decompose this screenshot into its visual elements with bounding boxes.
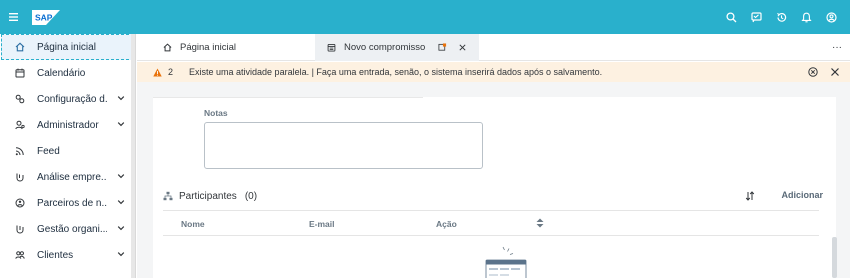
- svg-text:SAP: SAP: [35, 12, 53, 22]
- sidebar-item-label: Feed: [37, 145, 60, 157]
- notifications-icon[interactable]: [794, 0, 819, 34]
- column-sort-icon[interactable]: [536, 218, 544, 228]
- appointment-form-panel: Notas Participantes (0) Adicionar Nome E…: [153, 97, 836, 278]
- sidebar-scrollbar[interactable]: [131, 34, 135, 278]
- sidebar-item-customers[interactable]: Clientes: [0, 242, 135, 268]
- divider: [153, 97, 423, 98]
- close-icon[interactable]: [458, 43, 467, 52]
- tab-home[interactable]: Página inicial: [163, 34, 236, 61]
- sidebar-item-label: Gestão organi...: [37, 223, 107, 235]
- feedback-icon[interactable]: [744, 0, 769, 34]
- customers-icon: [14, 250, 25, 261]
- sidebar-item-label: Parceiros de n...: [37, 197, 107, 209]
- sort-icon[interactable]: [745, 191, 755, 201]
- participants-table-header: Nome E-mail Ação: [163, 210, 819, 236]
- search-icon[interactable]: [719, 0, 744, 34]
- sidebar-item-organization[interactable]: Gestão organi...: [0, 216, 135, 242]
- warning-text: Existe uma atividade paralela. | Faça um…: [189, 67, 603, 77]
- warning-message-strip: 2 Existe uma atividade paralela. | Faça …: [137, 62, 850, 82]
- home-icon: [163, 43, 172, 52]
- feed-icon: [14, 146, 25, 157]
- chevron-down-icon[interactable]: [117, 250, 125, 258]
- sidebar-item-label: Página inicial: [37, 41, 96, 53]
- shell-bar: SAP: [0, 0, 850, 34]
- sidebar-item-label: Calendário: [37, 67, 86, 79]
- side-navigation: Página inicial Calendário Configuração d…: [0, 34, 136, 278]
- admin-icon: [14, 120, 25, 131]
- appointment-icon: [327, 43, 336, 52]
- main-content: Notas Participantes (0) Adicionar Nome E…: [137, 82, 850, 278]
- chevron-down-icon[interactable]: [117, 198, 125, 206]
- notes-label: Notas: [204, 108, 228, 118]
- close-icon[interactable]: [830, 67, 840, 77]
- tab-new-appointment[interactable]: Novo compromisso: [315, 34, 479, 61]
- analysis-icon: [14, 172, 25, 183]
- column-header-name[interactable]: Nome: [181, 219, 205, 229]
- warning-icon: [153, 67, 162, 77]
- calendar-icon: [14, 68, 25, 79]
- partners-icon: [14, 198, 25, 209]
- sidebar-item-label: Administrador: [37, 119, 99, 131]
- column-header-action[interactable]: Ação: [436, 219, 457, 229]
- sap-logo[interactable]: SAP: [32, 9, 60, 25]
- sidebar-item-label: Configuração d...: [37, 93, 107, 105]
- sidebar-item-label: Clientes: [37, 249, 74, 261]
- pin-icon[interactable]: [438, 43, 447, 52]
- participants-count: (0): [244, 190, 258, 202]
- sidebar-item-label: Análise empre...: [37, 171, 107, 183]
- content-scrollbar[interactable]: [832, 237, 837, 278]
- home-icon: [14, 42, 25, 53]
- chevron-down-icon[interactable]: [117, 172, 125, 180]
- menu-icon[interactable]: [0, 0, 26, 34]
- column-header-email[interactable]: E-mail: [309, 219, 335, 229]
- warning-count: 2: [168, 67, 174, 77]
- chevron-down-icon[interactable]: [117, 94, 125, 102]
- user-icon[interactable]: [819, 0, 844, 34]
- tab-label: Novo compromisso: [344, 42, 426, 53]
- notes-field[interactable]: [204, 122, 483, 169]
- history-icon[interactable]: [769, 0, 794, 34]
- participants-header: Participantes (0) Adicionar: [163, 185, 823, 207]
- chevron-down-icon[interactable]: [117, 120, 125, 128]
- configuration-icon: [14, 94, 25, 105]
- more-icon[interactable]: ···: [832, 42, 842, 53]
- sidebar-item-partners[interactable]: Parceiros de n...: [0, 190, 135, 216]
- sidebar-item-analysis[interactable]: Análise empre...: [0, 164, 135, 190]
- dismiss-circle-icon[interactable]: [808, 67, 818, 77]
- sidebar-item-home[interactable]: Página inicial: [1, 34, 134, 60]
- sidebar-item-configuration[interactable]: Configuração d...: [0, 86, 135, 112]
- sidebar-item-calendar[interactable]: Calendário: [0, 60, 135, 86]
- add-participant-button[interactable]: Adicionar: [781, 190, 823, 200]
- empty-state-illustration: [485, 246, 527, 278]
- tab-label: Página inicial: [180, 42, 236, 53]
- sidebar-item-administrator[interactable]: Administrador: [0, 112, 135, 138]
- organization-icon: [14, 224, 25, 235]
- sidebar-item-feed[interactable]: Feed: [0, 138, 135, 164]
- participants-title: Participantes: [179, 190, 237, 202]
- participants-icon: [163, 191, 173, 201]
- chevron-down-icon[interactable]: [117, 224, 125, 232]
- tab-bar: Página inicial Novo compromisso ···: [137, 34, 850, 61]
